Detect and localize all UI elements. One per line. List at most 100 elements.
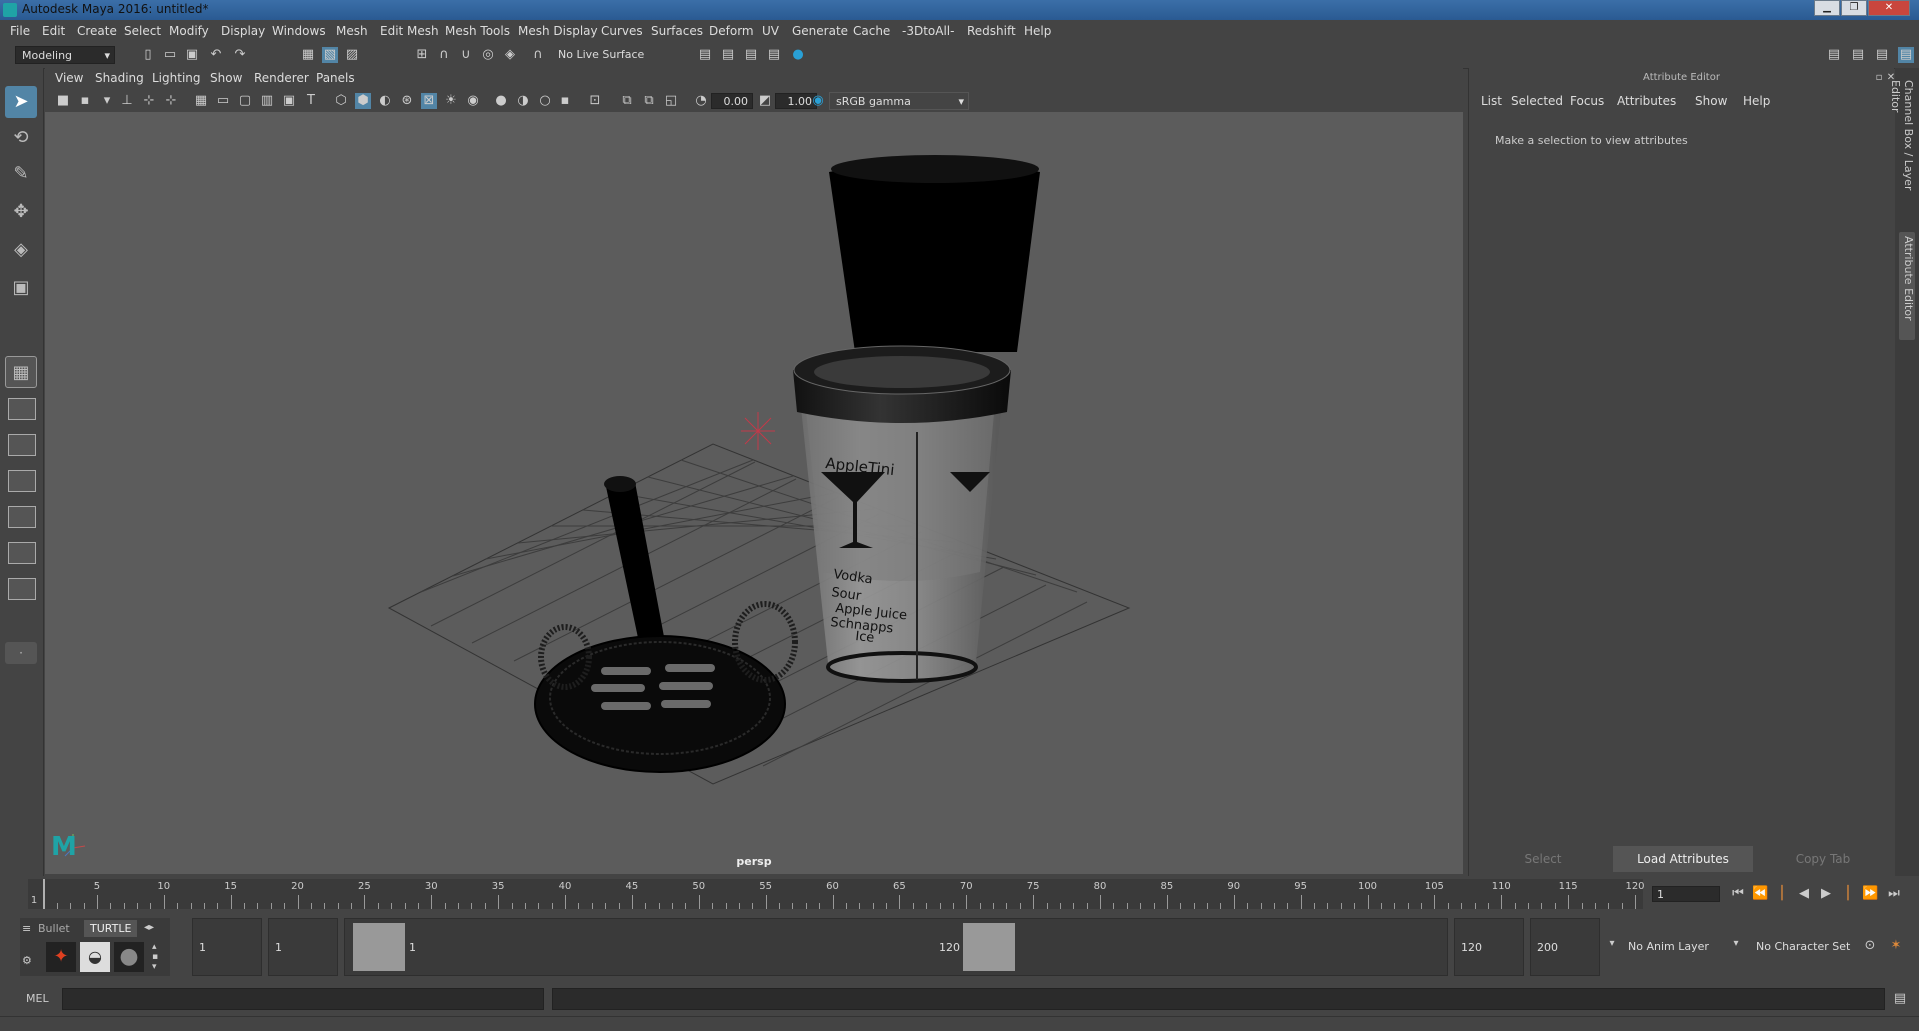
snap-point-icon[interactable]: ∪ <box>458 47 474 63</box>
ae-menu-list[interactable]: List <box>1481 94 1502 108</box>
menu-edit[interactable]: Edit <box>42 24 65 38</box>
shelf-settings-icon[interactable]: ⚙ <box>22 954 32 967</box>
ae-menu-attributes[interactable]: Attributes <box>1617 94 1676 108</box>
close-button[interactable]: ✕ <box>1868 0 1910 16</box>
save-scene-icon[interactable]: ▣ <box>184 47 200 63</box>
vp-menu-shading[interactable]: Shading <box>95 71 144 85</box>
scale-tool-icon[interactable]: ▣ <box>5 272 37 304</box>
menu-surfaces[interactable]: Surfaces <box>651 24 703 38</box>
current-time-marker[interactable] <box>43 879 46 909</box>
vp-menu-show[interactable]: Show <box>210 71 242 85</box>
shadows-icon[interactable]: ☀ <box>443 93 459 109</box>
textured-icon[interactable]: ⊛ <box>399 93 415 109</box>
menu-3dtoall[interactable]: -3DtoAll- <box>902 24 954 38</box>
use-all-lights-icon[interactable]: ⊠ <box>421 93 437 109</box>
go-to-end-icon[interactable]: ⏭ <box>1886 886 1902 902</box>
camera-icon[interactable]: ■ <box>55 93 71 109</box>
range-start-handle[interactable] <box>353 923 405 971</box>
shelf-tab-turtle[interactable]: TURTLE <box>84 920 138 937</box>
redo-icon[interactable]: ↷ <box>232 47 248 63</box>
render-view-icon[interactable]: ▤ <box>720 47 736 63</box>
vp-menu-renderer[interactable]: Renderer <box>254 71 309 85</box>
safe-title-icon[interactable]: T <box>303 93 319 109</box>
maximize-button[interactable]: ❐ <box>1841 0 1867 16</box>
menu-cache[interactable]: Cache <box>853 24 890 38</box>
menu-mesh-tools[interactable]: Mesh Tools <box>445 24 510 38</box>
tab-channel-box[interactable]: Channel Box / Layer Editor <box>1889 80 1915 220</box>
custom-layout-button[interactable]: · <box>5 642 37 664</box>
undo-icon[interactable]: ↶ <box>208 47 224 63</box>
ae-copy-tab-button[interactable]: Copy Tab <box>1753 846 1893 872</box>
film-gate-icon[interactable]: ⊹ <box>163 93 179 109</box>
vp-menu-lighting[interactable]: Lighting <box>152 71 201 85</box>
grid-icon[interactable]: ▦ <box>193 93 209 109</box>
anti-aliasing-icon[interactable]: ◑ <box>515 93 531 109</box>
field-chart-icon[interactable]: ▥ <box>259 93 275 109</box>
four-view-layout-icon[interactable] <box>8 398 36 420</box>
snap-view-icon[interactable]: ◎ <box>480 47 496 63</box>
safe-action-icon[interactable]: ▣ <box>281 93 297 109</box>
animation-start-field[interactable]: 1 <box>268 918 338 976</box>
chevron-down-icon[interactable]: ▾ <box>1604 936 1620 952</box>
channel-box-toggle-icon[interactable]: ▤ <box>1898 47 1914 63</box>
ae-menu-focus[interactable]: Focus <box>1570 94 1604 108</box>
menu-edit-mesh[interactable]: Edit Mesh <box>380 24 439 38</box>
hypershade-persp-layout-icon[interactable] <box>8 542 36 564</box>
paint-select-tool-icon[interactable]: ✎ <box>5 158 37 190</box>
script-language-label[interactable]: MEL <box>26 992 49 1005</box>
ipr-render-icon[interactable]: ▤ <box>743 47 759 63</box>
menu-deform[interactable]: Deform <box>709 24 754 38</box>
step-back-icon[interactable]: ⏪ <box>1752 886 1768 902</box>
range-slider[interactable]: 1 120 <box>344 918 1448 976</box>
select-object-icon[interactable]: ▧ <box>322 47 338 63</box>
magnet-icon[interactable]: ∩ <box>530 47 546 63</box>
select-tool-icon[interactable]: ➤ <box>5 86 37 118</box>
xray-joints-icon[interactable]: ⧉ <box>619 93 635 109</box>
minimize-button[interactable]: ▁ <box>1814 0 1840 16</box>
grid-toggle-icon[interactable]: ⊹ <box>141 93 157 109</box>
exposure-field[interactable]: 0.00 <box>711 93 753 109</box>
color-space-dropdown[interactable]: sRGB gamma ▾ <box>829 92 969 110</box>
select-component-icon[interactable]: ▨ <box>344 47 360 63</box>
play-forward-icon[interactable]: ▶ <box>1818 886 1834 902</box>
menu-create[interactable]: Create <box>77 24 117 38</box>
outliner-persp-layout-icon[interactable] <box>8 470 36 492</box>
current-frame-field[interactable]: 1 <box>1652 886 1720 902</box>
gate-mask-icon[interactable]: ▢ <box>237 93 253 109</box>
backface-icon[interactable]: ◱ <box>663 93 679 109</box>
playback-start-field[interactable]: 1 <box>192 918 262 976</box>
range-end-handle[interactable] <box>963 923 1015 971</box>
ae-menu-selected[interactable]: Selected <box>1511 94 1563 108</box>
select-hierarchy-icon[interactable]: ▦ <box>300 47 316 63</box>
animation-end-field[interactable]: 200 <box>1530 918 1600 976</box>
image-plane-icon[interactable]: ⊥ <box>119 93 135 109</box>
menu-modify[interactable]: Modify <box>169 24 209 38</box>
menu-windows[interactable]: Windows <box>272 24 326 38</box>
time-slider[interactable]: 5 10 15 20 25 30 35 40 45 50 55 60 65 70 75 80 85 90 95 100… <box>0 876 1919 914</box>
side-by-side-layout-icon[interactable] <box>8 434 36 456</box>
menuset-dropdown[interactable]: Modeling ▾ <box>15 46 115 64</box>
anim-layer-dropdown[interactable]: No Anim Layer <box>1622 918 1722 976</box>
modeling-toolkit-icon[interactable]: ▤ <box>1826 47 1842 63</box>
go-to-start-icon[interactable]: ⏮ <box>1730 886 1746 902</box>
time-slider-track[interactable]: 5 10 15 20 25 30 35 40 45 50 55 60 65 70 75 80 85 90 95 100… <box>28 879 1645 909</box>
new-scene-icon[interactable]: ▯ <box>140 47 156 63</box>
open-scene-icon[interactable]: ▭ <box>162 47 178 63</box>
turtle-sphere-icon[interactable]: ● <box>114 942 144 972</box>
auto-key-icon[interactable]: ⊙ <box>1862 938 1878 954</box>
menu-help[interactable]: Help <box>1024 24 1051 38</box>
ae-select-button[interactable]: Select <box>1473 846 1613 872</box>
script-editor-icon[interactable]: ▤ <box>1892 991 1908 1007</box>
attribute-editor-toggle-icon[interactable]: ▤ <box>1874 47 1890 63</box>
menu-uv[interactable]: UV <box>762 24 779 38</box>
snap-curve-icon[interactable]: ∩ <box>436 47 452 63</box>
shelf-scroll-icon[interactable]: ▴ ▪ ▾ <box>152 942 158 972</box>
depth-of-field-icon[interactable]: ○ <box>537 93 553 109</box>
hypershade-icon[interactable]: ● <box>790 47 806 63</box>
shelf-scroll-left-icon[interactable]: ◂▸ <box>144 922 154 933</box>
exposure-icon[interactable]: ◔ <box>693 93 709 109</box>
live-surface-field[interactable]: No Live Surface <box>552 46 648 64</box>
menu-select[interactable]: Select <box>124 24 161 38</box>
render-frame-icon[interactable]: ▤ <box>697 47 713 63</box>
snap-grid-icon[interactable]: ⊞ <box>414 47 430 63</box>
